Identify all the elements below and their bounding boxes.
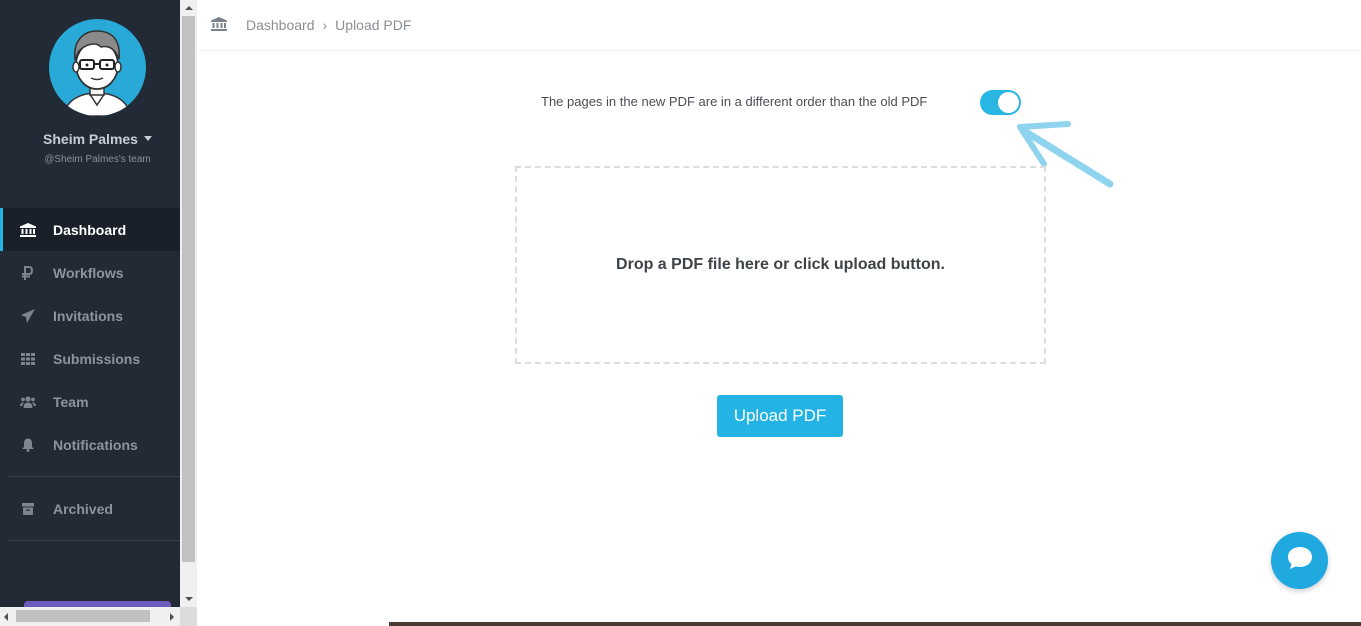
reorder-toggle-label: The pages in the new PDF are in a differ… xyxy=(541,94,928,109)
avatar[interactable] xyxy=(49,19,146,116)
caret-down-icon xyxy=(143,135,152,141)
pdf-dropzone[interactable]: Drop a PDF file here or click upload but… xyxy=(515,166,1046,364)
scroll-left-arrow-icon[interactable] xyxy=(4,613,8,621)
workflow-icon xyxy=(20,265,36,280)
sidebar-archived-section: Archived xyxy=(0,487,180,530)
breadcrumb-separator: › xyxy=(322,17,328,33)
breadcrumb-current: Upload PDF xyxy=(335,17,412,33)
user-name: Sheim Palmes xyxy=(43,131,138,147)
scroll-right-arrow-icon[interactable] xyxy=(170,613,174,621)
sidebar-item-label: Invitations xyxy=(53,307,124,324)
upload-pdf-button[interactable]: Upload PDF xyxy=(717,395,843,437)
sidebar-divider xyxy=(8,476,180,477)
bank-icon xyxy=(20,222,36,237)
user-team: @Sheim Palmes's team xyxy=(44,154,151,165)
sidebar-item-label: Archived xyxy=(53,500,113,517)
sidebar-divider xyxy=(8,540,180,541)
sidebar-item-workflows[interactable]: Workflows xyxy=(0,251,180,294)
sidebar-item-label: Notifications xyxy=(53,436,138,453)
paper-plane-icon xyxy=(20,308,36,323)
dropzone-text: Drop a PDF file here or click upload but… xyxy=(616,256,945,273)
top-bar: Dashboard › Upload PDF xyxy=(197,0,1361,51)
sidebar-item-label: Workflows xyxy=(53,264,124,281)
scrollbar-corner xyxy=(180,607,197,626)
sidebar-item-archived[interactable]: Archived xyxy=(0,487,180,530)
bank-icon xyxy=(211,17,227,36)
sidebar-item-team[interactable]: Team xyxy=(0,380,180,423)
sidebar-item-label: Team xyxy=(53,393,89,410)
sidebar-vertical-scrollbar[interactable] xyxy=(180,0,197,607)
scroll-up-arrow-icon[interactable] xyxy=(185,6,193,10)
avatar-illustration xyxy=(62,30,132,116)
bottom-edge-strip xyxy=(389,622,1361,626)
users-icon xyxy=(20,395,36,409)
sidebar: Sheim Palmes @Sheim Palmes's team Dashbo… xyxy=(0,0,180,626)
toggle-knob xyxy=(998,92,1019,113)
scrollbar-thumb[interactable] xyxy=(16,610,150,622)
reorder-pages-toggle[interactable] xyxy=(980,90,1021,115)
archive-icon xyxy=(20,502,36,516)
user-menu-toggle[interactable]: Sheim Palmes xyxy=(0,131,180,147)
grid-icon xyxy=(20,352,36,366)
breadcrumb: Dashboard › Upload PDF xyxy=(246,17,411,33)
sidebar-item-dashboard[interactable]: Dashboard xyxy=(0,208,180,251)
scroll-down-arrow-icon[interactable] xyxy=(185,597,193,601)
sidebar-item-notifications[interactable]: Notifications xyxy=(0,423,180,466)
bell-icon xyxy=(20,438,36,452)
sidebar-item-label: Dashboard xyxy=(53,221,127,238)
sidebar-nav: Dashboard Workflows Invitations Submissi… xyxy=(0,208,180,466)
scrollbar-thumb[interactable] xyxy=(182,16,195,562)
sidebar-item-label: Submissions xyxy=(53,350,141,367)
chat-bubble-icon xyxy=(1286,545,1314,576)
chat-button[interactable] xyxy=(1271,532,1328,589)
breadcrumb-link-dashboard[interactable]: Dashboard xyxy=(246,17,315,33)
sidebar-item-submissions[interactable]: Submissions xyxy=(0,337,180,380)
sidebar-horizontal-scrollbar[interactable] xyxy=(0,607,180,626)
sidebar-item-invitations[interactable]: Invitations xyxy=(0,294,180,337)
